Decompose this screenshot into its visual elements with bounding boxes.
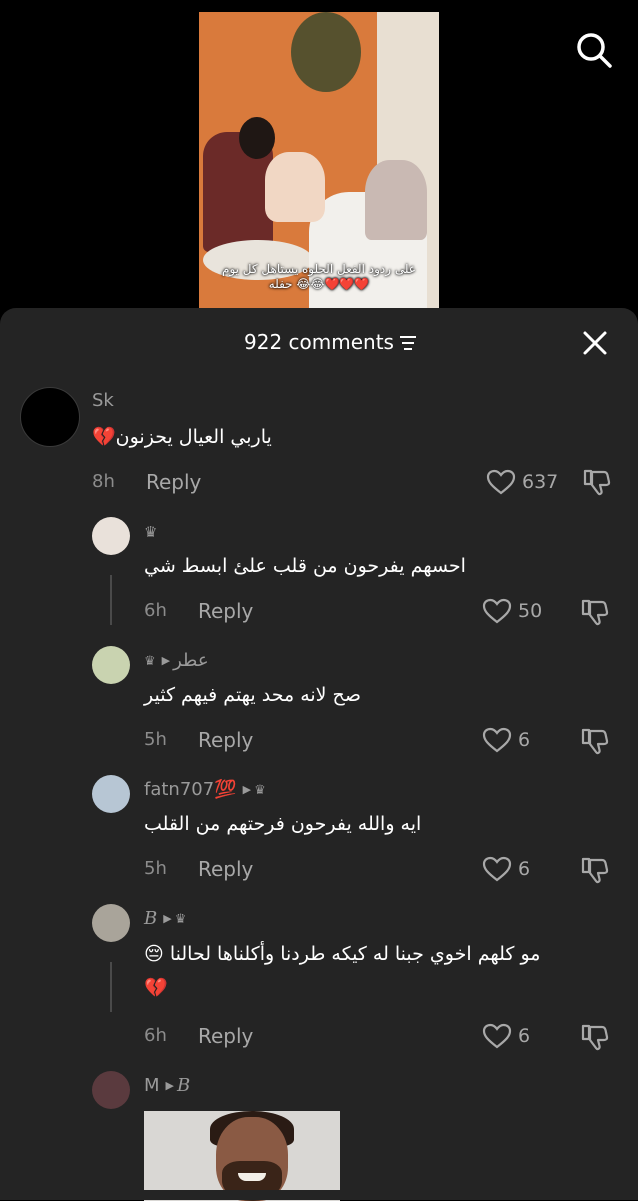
comment-username[interactable]: B ▶ ♛ [144, 908, 186, 931]
comment-time: 8h [92, 471, 115, 492]
heart-icon[interactable] [482, 598, 512, 624]
thread-line [110, 962, 112, 1012]
heart-icon[interactable] [482, 856, 512, 882]
reply-arrow-icon: ▶ [242, 783, 252, 796]
comment-username[interactable]: M ▶ B [144, 1075, 190, 1097]
reply-button[interactable]: Reply [198, 600, 253, 622]
reply-button[interactable]: Reply [146, 471, 201, 493]
username-label: B [144, 908, 158, 929]
avatar[interactable] [92, 646, 130, 684]
video-caption-line2: حفله 😂😂❤️❤️❤️ [268, 277, 370, 291]
video-preview[interactable]: على ردود الفعل الحلوه يستاهل كل يوم حفله… [199, 12, 439, 308]
reply-button[interactable]: Reply [198, 729, 253, 751]
filter-icon[interactable] [399, 335, 417, 351]
gif-smile [238, 1173, 266, 1181]
comment-time: 6h [144, 1025, 167, 1046]
like-count: 6 [518, 1025, 531, 1047]
like-count: 50 [518, 600, 543, 622]
video-caption-line1: على ردود الفعل الحلوه يستاهل كل يوم [222, 262, 416, 276]
reply-to-user: ♛ [254, 783, 266, 798]
comments-header: 922 comments [0, 308, 638, 374]
comment-text: ايه والله يفرحون فرحتهم من القلب [144, 813, 422, 835]
thread-line [110, 575, 112, 625]
dislike-icon[interactable] [580, 855, 610, 885]
comment-count: 922 comments [244, 330, 394, 354]
bottom-edge [0, 1190, 638, 1200]
dislike-icon[interactable] [580, 726, 610, 756]
comment-gif-image[interactable] [144, 1111, 340, 1201]
avatar[interactable] [20, 387, 80, 447]
comment-time: 5h [144, 858, 167, 879]
reply-arrow-icon: ▶ [163, 912, 172, 925]
comment-time: 5h [144, 729, 167, 750]
reply-button[interactable]: Reply [198, 1025, 253, 1047]
video-caption: على ردود الفعل الحلوه يستاهل كل يوم حفله… [199, 262, 439, 292]
comment-text: مو كلهم اخوي جبنا له كيكه طردنا وأكلناها… [144, 943, 541, 965]
username-label: M [144, 1075, 160, 1096]
like-count: 6 [518, 858, 531, 880]
avatar[interactable] [92, 775, 130, 813]
comment-username[interactable]: Sk [92, 390, 114, 412]
reply-arrow-icon: ▶ [165, 1079, 174, 1092]
comment-time: 6h [144, 600, 167, 621]
close-icon[interactable] [578, 326, 612, 360]
search-icon[interactable] [574, 30, 614, 70]
avatar[interactable] [92, 1071, 130, 1109]
video-plant [291, 12, 361, 92]
video-person-left-head [239, 117, 275, 159]
username-label: عطر [173, 650, 209, 671]
heart-icon[interactable] [482, 1023, 512, 1049]
reply-to-user: ♛ [144, 654, 156, 669]
comment-text: ياربي العيال يحزنون💔 [92, 426, 272, 448]
video-person-right-head [365, 160, 427, 240]
reply-to-user: ♛ [174, 912, 187, 927]
comment-text-line2: 💔 [144, 977, 168, 999]
heart-icon[interactable] [482, 727, 512, 753]
video-flowers [265, 152, 325, 222]
comment-username[interactable]: ♛ [144, 521, 157, 543]
dislike-icon[interactable] [580, 597, 610, 627]
reply-arrow-icon: ▶ [161, 654, 171, 667]
avatar[interactable] [92, 517, 130, 555]
like-count: 6 [518, 729, 531, 751]
heart-icon[interactable] [486, 469, 516, 495]
comment-text: احسهم يفرحون من قلب علئ ابسط شي [144, 555, 466, 577]
comment-username[interactable]: ♛ ▶ عطر [144, 650, 209, 673]
dislike-icon[interactable] [582, 467, 612, 497]
reply-to-user: B [177, 1075, 191, 1096]
avatar[interactable] [92, 904, 130, 942]
dislike-icon[interactable] [580, 1022, 610, 1052]
username-label: fatn707💯 [144, 779, 237, 800]
comment-text: صح لانه محد يهتم فيهم كثير [144, 684, 361, 706]
reply-button[interactable]: Reply [198, 858, 253, 880]
comment-username[interactable]: fatn707💯 ▶ ♛ [144, 779, 266, 802]
like-count: 637 [522, 471, 559, 493]
